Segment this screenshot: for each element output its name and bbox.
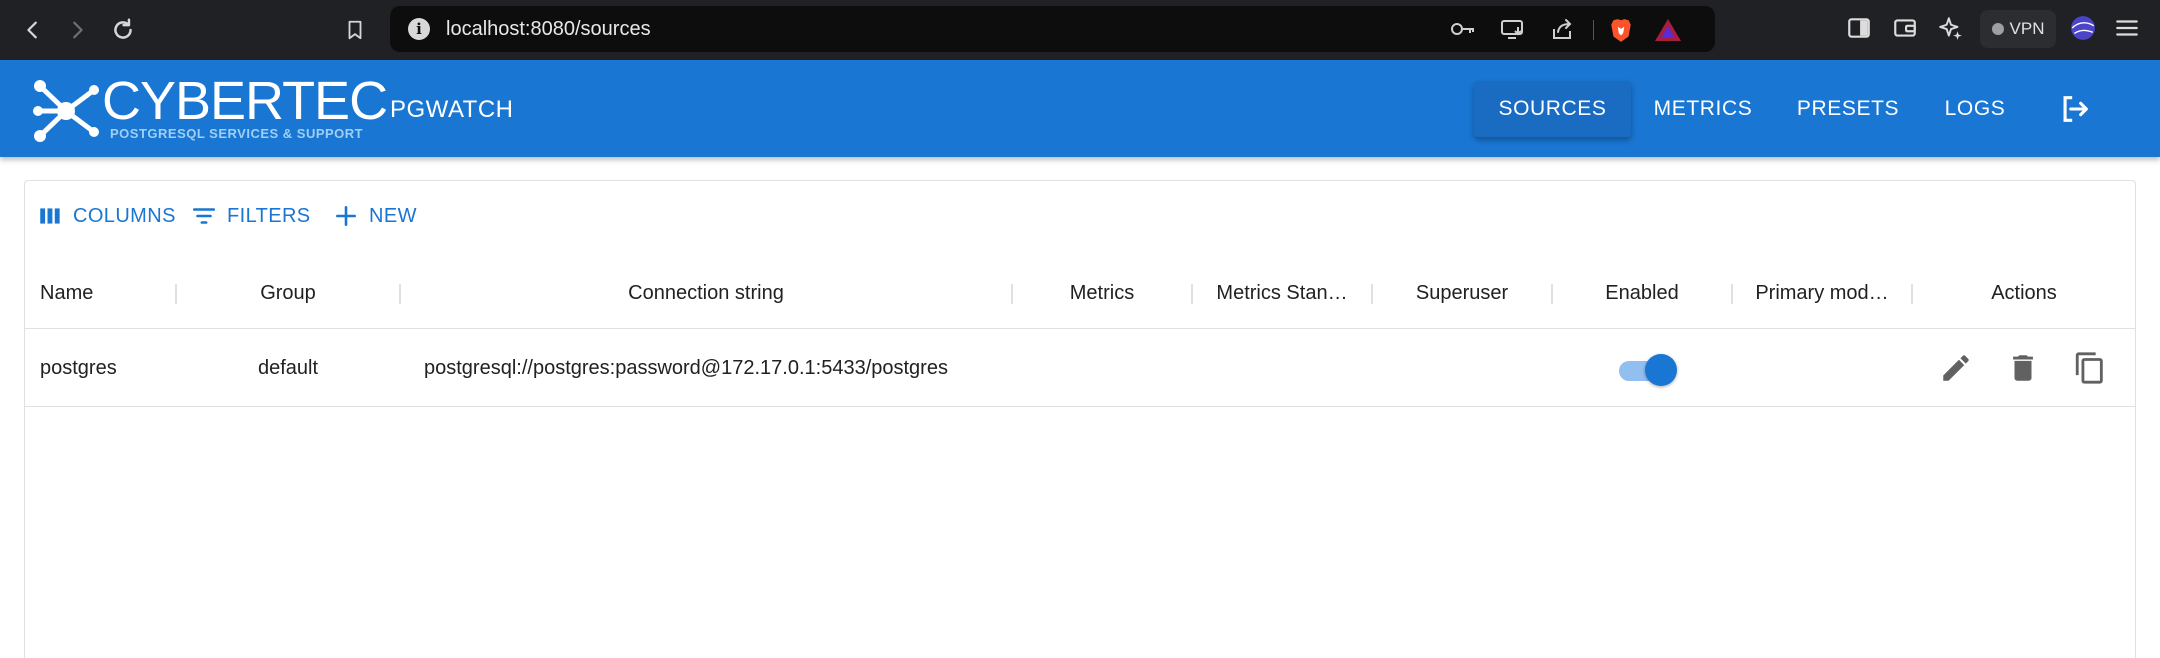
address-bar[interactable]: i localhost:8080/sources: [390, 6, 1715, 52]
brave-shields-icon[interactable]: [1608, 17, 1634, 42]
logo-subtext: POSTGRESQL SERVICES & SUPPORT: [110, 126, 364, 141]
column-header-superuser[interactable]: Superuser: [1373, 257, 1551, 329]
menu-icon[interactable]: [2114, 15, 2144, 45]
copy-icon[interactable]: [2073, 351, 2107, 385]
new-button[interactable]: NEW: [333, 201, 417, 231]
delete-icon[interactable]: [2006, 351, 2040, 385]
app-title: PGWATCH: [390, 96, 514, 123]
nav-presets[interactable]: PRESETS: [1784, 81, 1912, 137]
cell-connection-string: postgresql://postgres:password@172.17.0.…: [424, 356, 948, 379]
browser-toolbar: i localhost:8080/sources VPN: [0, 0, 2160, 60]
nav-sources[interactable]: SOURCES: [1474, 81, 1631, 137]
edit-icon[interactable]: [1939, 351, 1973, 385]
brave-rewards-icon[interactable]: [1654, 17, 1681, 41]
filters-button[interactable]: FILTERS: [191, 201, 311, 231]
column-header-actions: Actions: [1991, 281, 2057, 304]
wallet-icon[interactable]: [1892, 15, 1922, 45]
vpn-label: VPN: [2009, 19, 2045, 38]
key-icon[interactable]: [1450, 17, 1476, 41]
plus-icon: [336, 206, 356, 226]
bookmark-icon[interactable]: [338, 13, 372, 47]
site-info-icon[interactable]: i: [408, 18, 430, 40]
grid-header: Name Group Connection string Metrics Met…: [25, 257, 2135, 329]
logout-icon[interactable]: [2058, 92, 2092, 126]
sources-grid: COLUMNS FILTERS NEW Name Group Connectio…: [24, 180, 2136, 658]
vpn-button[interactable]: VPN: [1980, 10, 2056, 48]
new-label: NEW: [369, 204, 417, 227]
app-header: CYBERTEC POSTGRESQL SERVICES & SUPPORT P…: [0, 60, 2160, 157]
cell-name: postgres: [40, 356, 117, 379]
reload-icon[interactable]: [106, 13, 140, 47]
share-icon[interactable]: [1550, 17, 1576, 41]
back-icon[interactable]: [16, 13, 50, 47]
column-header-name[interactable]: Name: [40, 257, 190, 329]
filter-icon: [192, 208, 216, 224]
nav-metrics[interactable]: METRICS: [1640, 81, 1766, 137]
table-row[interactable]: postgres default postgresql://postgres:p…: [25, 329, 2135, 407]
columns-icon: [40, 208, 60, 224]
toggle-thumb: [1645, 354, 1677, 386]
forward-icon[interactable]: [60, 13, 94, 47]
filters-label: FILTERS: [227, 204, 311, 227]
column-header-enabled[interactable]: Enabled: [1553, 257, 1731, 329]
leo-ai-icon[interactable]: [1938, 15, 1968, 45]
profile-avatar[interactable]: [2070, 15, 2100, 45]
vpn-status-icon: [1991, 23, 2004, 35]
columns-label: COLUMNS: [73, 204, 176, 227]
logo-text: CYBERTEC: [102, 71, 388, 131]
column-header-connection-string[interactable]: Connection string: [401, 257, 1011, 329]
cybertec-logo[interactable]: CYBERTEC POSTGRESQL SERVICES & SUPPORT: [32, 71, 388, 146]
cell-group: default: [257, 356, 319, 379]
nav-logs[interactable]: LOGS: [1930, 81, 2020, 137]
sidebar-icon[interactable]: [1846, 15, 1876, 45]
columns-button[interactable]: COLUMNS: [37, 201, 176, 231]
install-app-icon[interactable]: [1500, 17, 1526, 41]
column-header-primary-mode[interactable]: Primary mod…: [1733, 257, 1911, 329]
column-header-group[interactable]: Group: [177, 257, 399, 329]
column-header-metrics-standby[interactable]: Metrics Stan…: [1193, 257, 1371, 329]
column-header-metrics[interactable]: Metrics: [1013, 257, 1191, 329]
divider: [1593, 20, 1594, 40]
url-text[interactable]: localhost:8080/sources: [446, 18, 651, 41]
enabled-toggle[interactable]: [1615, 354, 1677, 386]
